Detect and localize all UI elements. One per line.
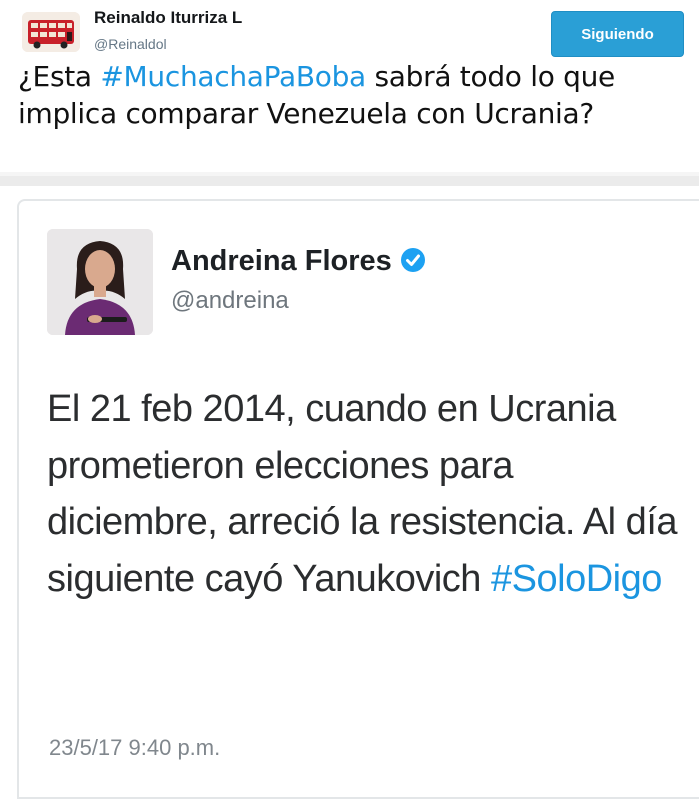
author-avatar[interactable] — [22, 12, 80, 52]
quoted-author-name-text: Andreina Flores — [171, 245, 392, 277]
quoted-hashtag-link[interactable]: #SoloDigo — [491, 558, 662, 600]
quoted-author-name[interactable]: Andreina Flores — [171, 245, 426, 278]
bus-icon — [22, 12, 80, 52]
quoted-timestamp[interactable]: 23/5/17 9:40 p.m. — [49, 735, 220, 761]
tweet-text: ¿Esta #MuchachaPaBoba sabrá todo lo que … — [18, 58, 678, 132]
author-name[interactable]: Reinaldo Iturriza L — [94, 8, 242, 28]
tweet-text-start: ¿Esta — [18, 60, 101, 93]
following-button[interactable]: Siguiendo — [551, 11, 684, 57]
quoted-author-avatar[interactable] — [47, 229, 153, 335]
person-avatar-icon — [47, 229, 153, 335]
hashtag-link[interactable]: #MuchachaPaBoba — [100, 60, 366, 93]
quoted-tweet-card[interactable]: Andreina Flores @andreina El 21 feb 2014… — [17, 199, 699, 799]
author-handle[interactable]: @Reinaldol — [94, 36, 167, 52]
quoted-author-handle[interactable]: @andreina — [171, 287, 289, 315]
quoted-tweet-text: El 21 feb 2014, cuando en Ucrania promet… — [47, 381, 687, 607]
separator — [0, 172, 699, 186]
verified-badge-icon — [400, 248, 425, 272]
